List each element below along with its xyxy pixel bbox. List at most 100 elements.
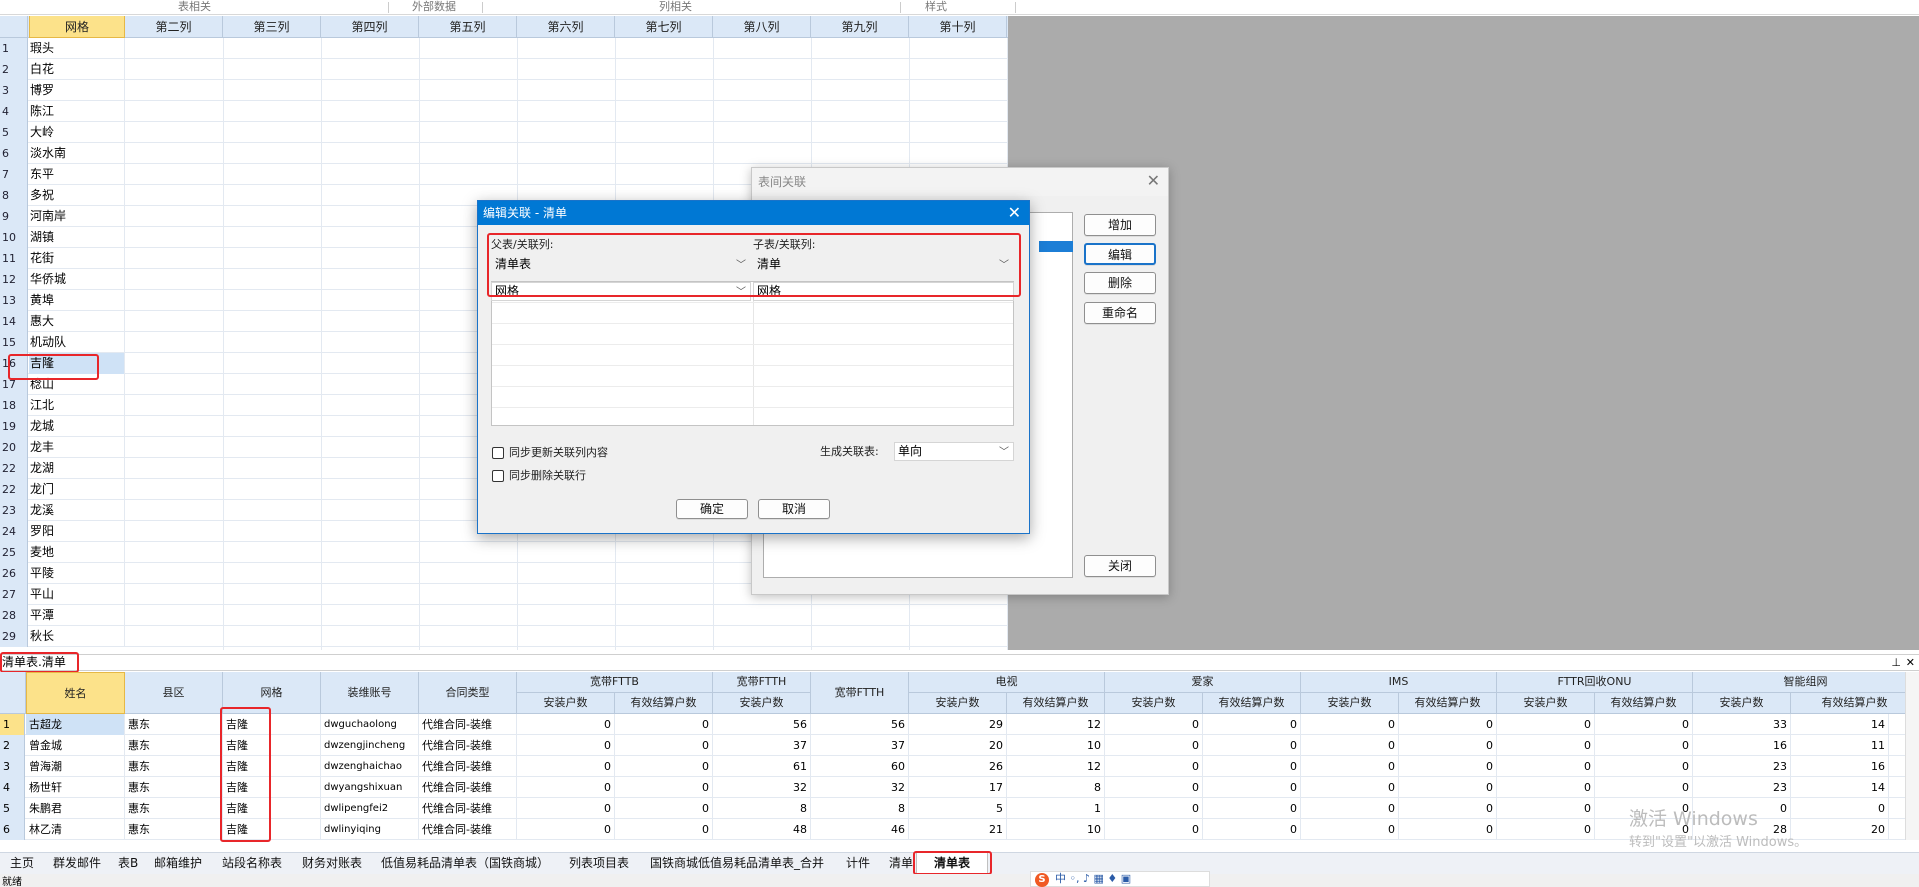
- grid-cell-value[interactable]: 0: [517, 735, 615, 756]
- grid-cell-value[interactable]: 0: [1105, 735, 1203, 756]
- grid-cell-value[interactable]: 37: [811, 735, 909, 756]
- column-header[interactable]: 第三列: [223, 16, 321, 38]
- sheet-tab[interactable]: 计件: [846, 853, 870, 874]
- grid-cell-value[interactable]: 0: [1203, 714, 1301, 735]
- grid-cell-value[interactable]: 20: [909, 735, 1007, 756]
- grid-cell-value[interactable]: 0: [1203, 819, 1301, 840]
- grid-cell[interactable]: 黄埠: [29, 290, 125, 311]
- grid-cell-value[interactable]: 0: [615, 714, 713, 735]
- close-icon[interactable]: ✕: [1008, 205, 1021, 221]
- grid-cell-value[interactable]: 14: [1791, 714, 1889, 735]
- grid-cell-value[interactable]: 10: [1007, 819, 1105, 840]
- row-number[interactable]: 25: [0, 542, 28, 563]
- grid-cell-value[interactable]: 0: [1497, 756, 1595, 777]
- row-number[interactable]: 23: [0, 500, 28, 521]
- table-row[interactable]: 2 曾金城 惠东 吉隆 dwzengjincheng 代维合同-装维 0 0 37 37 20 10 0…: [0, 735, 1919, 756]
- grid-cell-value[interactable]: 11: [1791, 735, 1889, 756]
- grid-cell-value[interactable]: 0: [1105, 798, 1203, 819]
- row-number[interactable]: 26: [0, 563, 28, 584]
- delete-button[interactable]: 删除: [1084, 272, 1156, 294]
- grid-cell[interactable]: 龙城: [29, 416, 125, 437]
- grid-cell-value[interactable]: 32: [811, 777, 909, 798]
- row-number[interactable]: 22: [0, 479, 28, 500]
- table-row[interactable]: 29 秋长: [0, 626, 1008, 647]
- column-header[interactable]: 第九列: [811, 16, 909, 38]
- grid-cell[interactable]: 瑕头: [29, 38, 125, 59]
- table-row[interactable]: 2 白花: [0, 59, 1008, 80]
- column-subheader[interactable]: 有效结算户数: [1595, 693, 1693, 714]
- grid-cell-value[interactable]: 0: [1301, 756, 1399, 777]
- grid-cell-value[interactable]: 26: [909, 756, 1007, 777]
- grid-cell[interactable]: 大岭: [29, 122, 125, 143]
- grid-cell[interactable]: 罗阳: [29, 521, 125, 542]
- sheet-tab[interactable]: 列表项目表: [569, 853, 629, 874]
- column-header[interactable]: 第五列: [419, 16, 517, 38]
- grid-cell-value[interactable]: 60: [811, 756, 909, 777]
- row-number[interactable]: 7: [0, 164, 28, 185]
- grid-cell-value[interactable]: 61: [713, 756, 811, 777]
- close-button[interactable]: 关闭: [1084, 555, 1156, 577]
- grid-cell-value[interactable]: 0: [1301, 819, 1399, 840]
- generate-relation-select[interactable]: 单向 ﹀: [894, 442, 1014, 461]
- grid-cell-value[interactable]: 0: [1595, 777, 1693, 798]
- grid-cell-name[interactable]: 杨世轩: [26, 777, 125, 798]
- grid-cell-value[interactable]: 0: [1203, 777, 1301, 798]
- grid-cell-value[interactable]: 23: [1693, 756, 1791, 777]
- column-mapping-list[interactable]: [491, 281, 1014, 426]
- grid-cell-county[interactable]: 惠东: [125, 735, 223, 756]
- grid-cell-value[interactable]: 12: [1007, 714, 1105, 735]
- grid-cell-value[interactable]: 16: [1791, 756, 1889, 777]
- column-group-header[interactable]: 智能组网: [1693, 672, 1919, 693]
- grid-cell-value[interactable]: 10: [1007, 735, 1105, 756]
- column-header[interactable]: 县区: [125, 672, 223, 714]
- grid-cell[interactable]: 惠大: [29, 311, 125, 332]
- row-number[interactable]: 24: [0, 521, 28, 542]
- column-header[interactable]: 网格: [29, 16, 125, 38]
- grid-cell-value[interactable]: 0: [615, 735, 713, 756]
- sheet-tab[interactable]: 表B: [118, 853, 138, 874]
- column-group-header[interactable]: 电视: [909, 672, 1105, 693]
- column-header[interactable]: 第四列: [321, 16, 419, 38]
- grid-cell[interactable]: 白花: [29, 59, 125, 80]
- column-subheader[interactable]: 有效结算户数: [1203, 693, 1301, 714]
- grid-cell-value[interactable]: 0: [1301, 735, 1399, 756]
- grid-cell-value[interactable]: 33: [1693, 714, 1791, 735]
- row-number[interactable]: 6: [0, 819, 25, 840]
- row-number[interactable]: 20: [0, 437, 28, 458]
- grid-cell-value[interactable]: 0: [1595, 756, 1693, 777]
- grid-cell[interactable]: 机动队: [29, 332, 125, 353]
- grid-cell[interactable]: 秋长: [29, 626, 125, 647]
- grid-cell[interactable]: 多祝: [29, 185, 125, 206]
- grid-cell-county[interactable]: 惠东: [125, 819, 223, 840]
- grid-cell-value[interactable]: 0: [1595, 714, 1693, 735]
- grid-cell-value[interactable]: 0: [1105, 777, 1203, 798]
- column-header[interactable]: 第十列: [909, 16, 1007, 38]
- grid-cell-name[interactable]: 古超龙: [26, 714, 125, 735]
- table-row[interactable]: 1 古超龙 惠东 吉隆 dwguchaolong 代维合同-装维 0 0 56 56 29 12 0 0 0…: [0, 714, 1919, 735]
- grid-cell-value[interactable]: 8: [1007, 777, 1105, 798]
- grid-cell-value[interactable]: 0: [615, 798, 713, 819]
- grid-cell-account[interactable]: dwyangshixuan: [321, 777, 419, 798]
- grid-cell-value[interactable]: 0: [615, 777, 713, 798]
- grid-cell-value[interactable]: 21: [909, 819, 1007, 840]
- table-row[interactable]: 6 淡水南: [0, 143, 1008, 164]
- grid-cell-name[interactable]: 曾海潮: [26, 756, 125, 777]
- grid-cell-value[interactable]: 5: [909, 798, 1007, 819]
- grid-cell[interactable]: 龙门: [29, 479, 125, 500]
- column-header[interactable]: 第七列: [615, 16, 713, 38]
- row-number[interactable]: 18: [0, 395, 28, 416]
- table-row[interactable]: 5 大岭: [0, 122, 1008, 143]
- grid-cell-value[interactable]: 0: [1301, 714, 1399, 735]
- grid-cell-value[interactable]: 0: [1497, 819, 1595, 840]
- row-number[interactable]: 11: [0, 248, 28, 269]
- sheet-tab[interactable]: 低值易耗品清单表（国铁商城）: [381, 853, 549, 874]
- row-number[interactable]: 2: [0, 59, 28, 80]
- grid-cell-value[interactable]: 0: [1105, 714, 1203, 735]
- column-subheader[interactable]: 安装户数: [517, 693, 615, 714]
- sync-update-checkbox[interactable]: [492, 447, 504, 459]
- grid-cell-value[interactable]: 0: [1203, 735, 1301, 756]
- grid-cell-value[interactable]: 0: [1203, 798, 1301, 819]
- grid-cell-value[interactable]: 0: [1203, 756, 1301, 777]
- grid-cell-name[interactable]: 林乙清: [26, 819, 125, 840]
- grid-cell-county[interactable]: 惠东: [125, 714, 223, 735]
